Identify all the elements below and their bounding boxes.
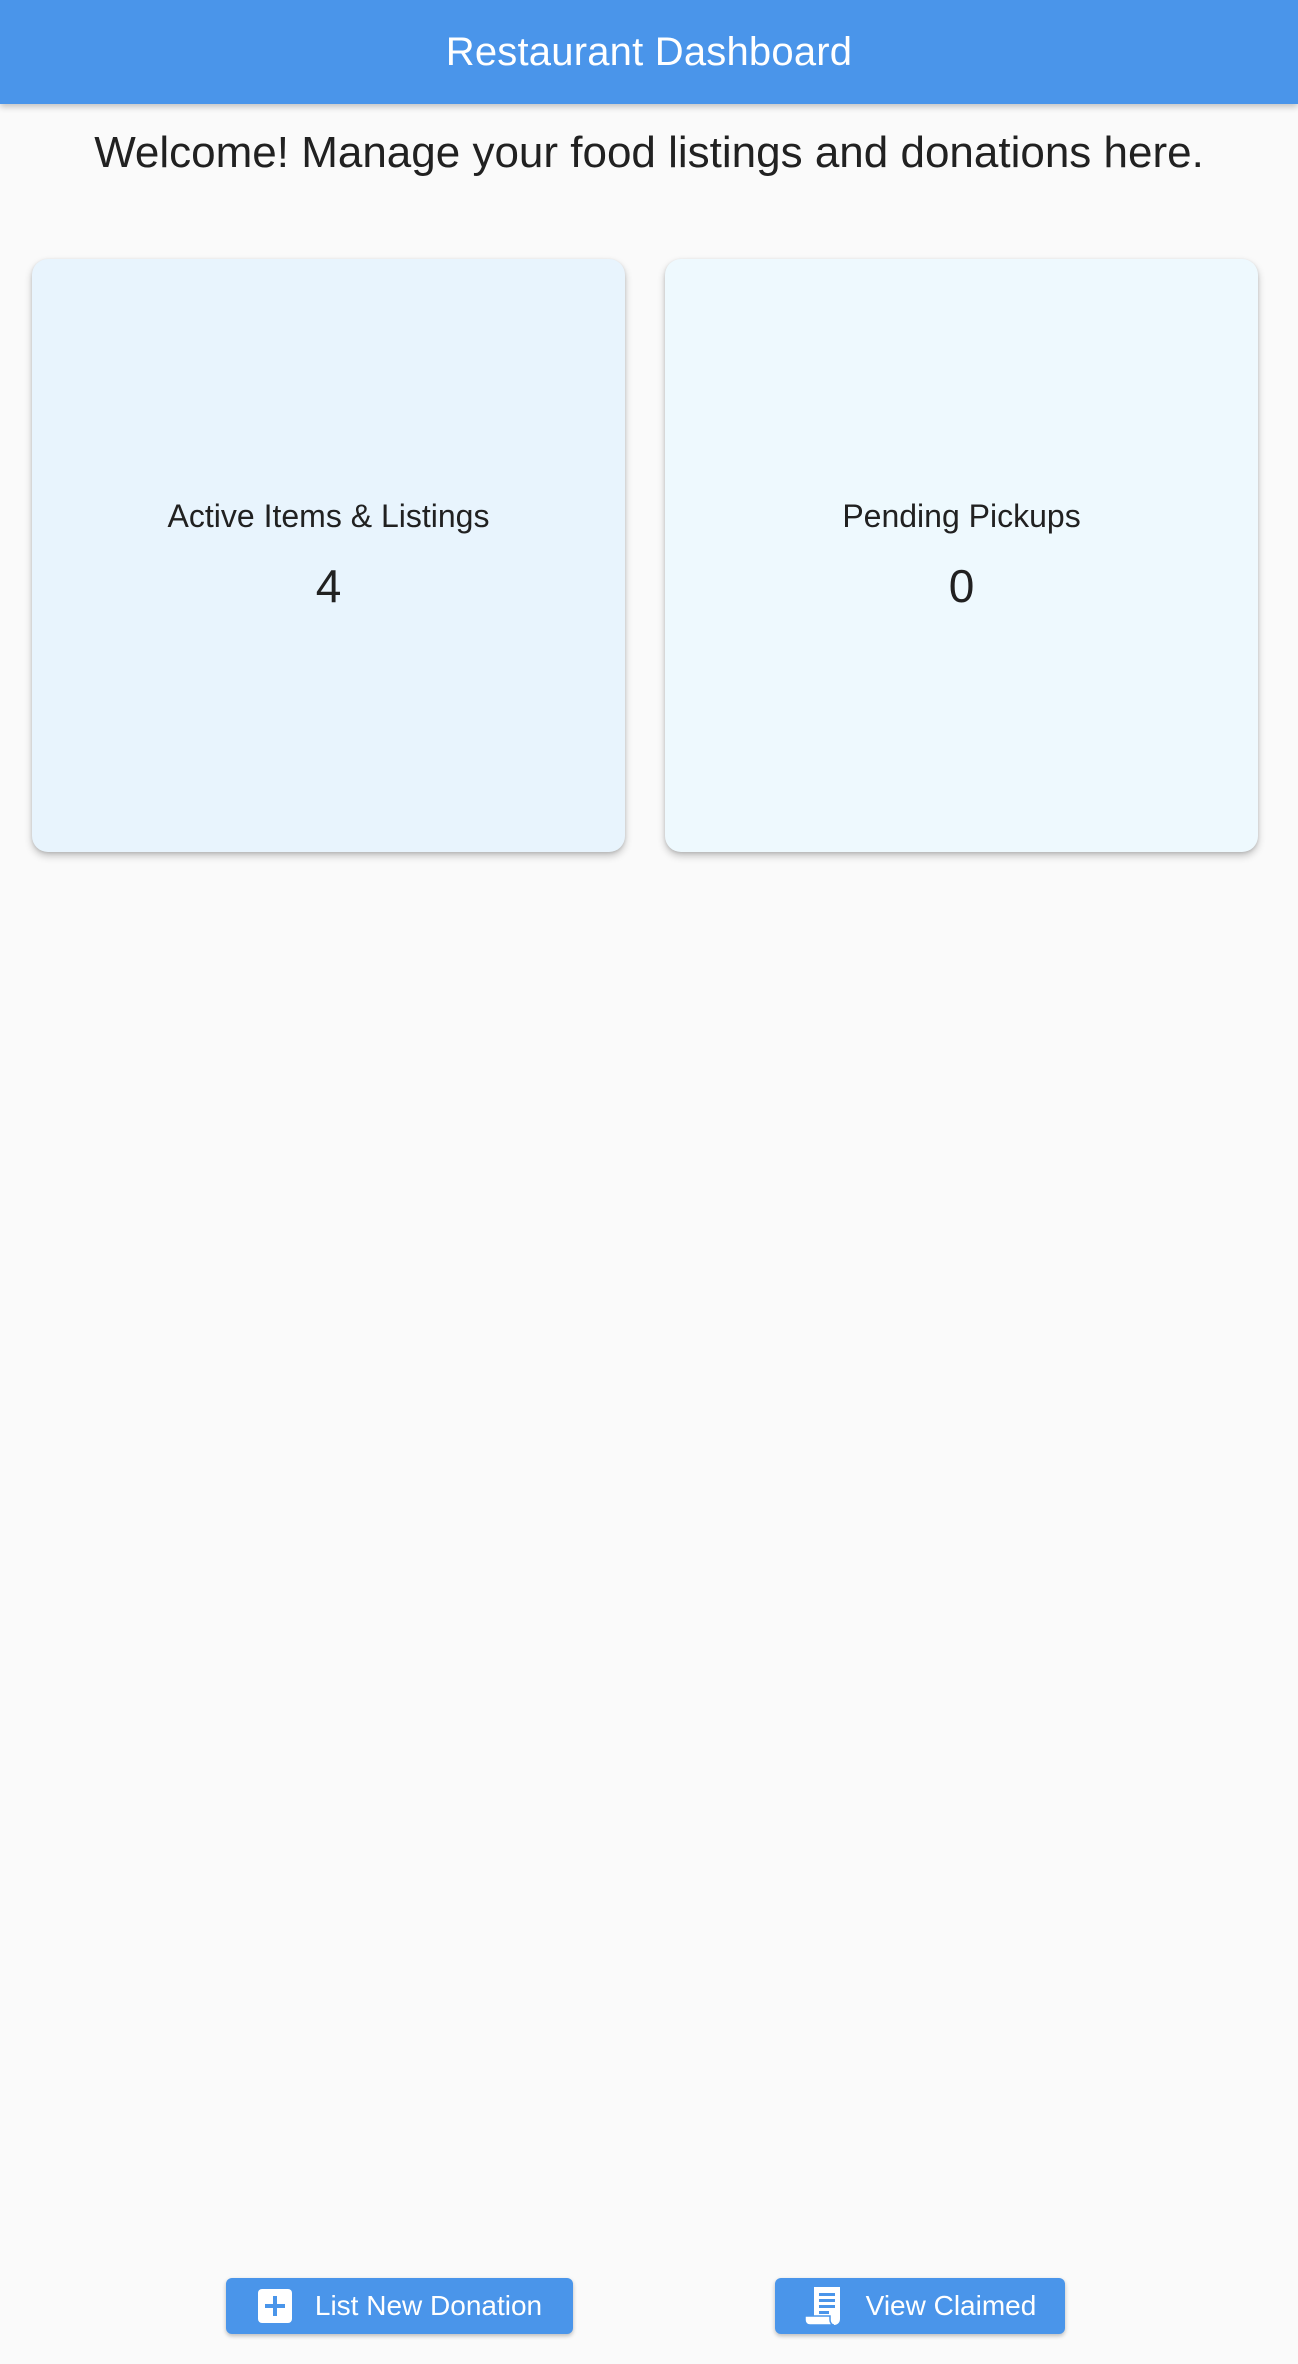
active-items-card: Active Items & Listings 4 xyxy=(32,259,625,852)
welcome-message: Welcome! Manage your food listings and d… xyxy=(94,128,1204,177)
pending-pickups-card: Pending Pickups 0 xyxy=(665,259,1258,852)
view-claimed-label: View Claimed xyxy=(865,2290,1037,2321)
receipt-icon xyxy=(803,2285,844,2327)
pending-pickups-label: Pending Pickups xyxy=(842,498,1081,534)
view-claimed-button[interactable]: View Claimed xyxy=(775,2278,1065,2334)
list-new-donation-button[interactable]: List New Donation xyxy=(226,2278,573,2334)
list-new-donation-label: List New Donation xyxy=(314,2290,543,2321)
active-items-count: 4 xyxy=(315,560,342,612)
pending-pickups-count: 0 xyxy=(948,560,975,612)
app-bar: Restaurant Dashboard xyxy=(0,0,1298,104)
add-box-icon xyxy=(257,2288,293,2324)
page-title: Restaurant Dashboard xyxy=(445,29,853,74)
active-items-label: Active Items & Listings xyxy=(167,498,490,534)
